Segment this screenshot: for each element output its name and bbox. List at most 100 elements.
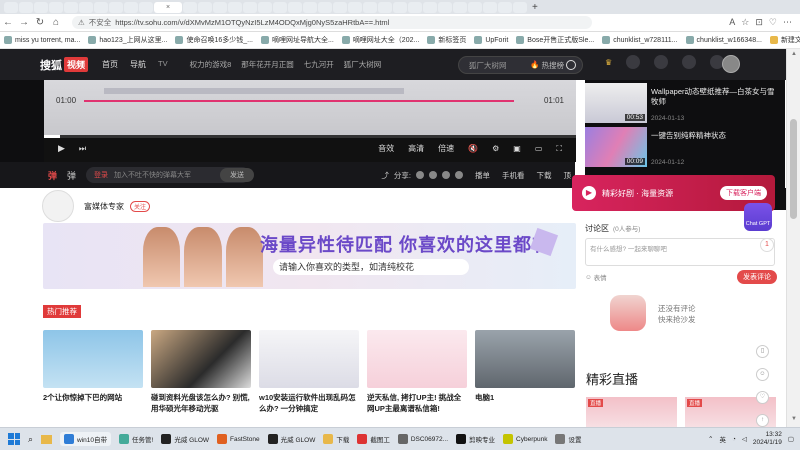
taskbar-app[interactable]: 光威 GLOW bbox=[267, 432, 315, 446]
message-icon[interactable] bbox=[626, 55, 641, 69]
recommend-card[interactable]: 逆天私信, 拷打UP主! 挑战全网UP主最离谱私信箱! bbox=[367, 330, 467, 414]
download-client-button[interactable]: 下载客户端 bbox=[720, 186, 767, 200]
bookmark-item[interactable]: hao123_上网从这里... bbox=[88, 35, 167, 45]
browser-tab[interactable] bbox=[393, 1, 407, 13]
hot-list-link[interactable]: 🔥 热搜榜 bbox=[530, 60, 564, 71]
video-title[interactable]: Wallpaper动态壁纸推荐—白茶女与雪牧师 bbox=[651, 87, 781, 107]
notification-badge[interactable]: 1 bbox=[760, 238, 774, 252]
like-float-icon[interactable]: ♡ bbox=[756, 391, 769, 404]
comment-input[interactable]: 有什么感想? 一起来聊聊吧 bbox=[585, 238, 775, 266]
browser-tab[interactable] bbox=[438, 1, 452, 13]
tab-close-icon[interactable]: × bbox=[166, 4, 170, 11]
browser-tab[interactable] bbox=[94, 1, 108, 13]
browser-tab[interactable] bbox=[483, 1, 497, 13]
new-tab-icon[interactable]: + bbox=[532, 2, 538, 13]
nav-tv[interactable]: TV bbox=[158, 59, 168, 70]
browser-tab[interactable] bbox=[124, 1, 138, 13]
recommend-card[interactable]: 电脑1 bbox=[475, 330, 575, 403]
favorite-icon[interactable]: ☆ bbox=[741, 17, 749, 28]
volume-tray-icon[interactable]: ◁ bbox=[742, 435, 747, 443]
taskbar-app[interactable]: 任务管! bbox=[119, 432, 153, 446]
input-language[interactable]: 英 bbox=[719, 434, 726, 444]
browser-tab[interactable] bbox=[303, 1, 317, 13]
taskbar-app[interactable]: DSC06972... bbox=[397, 432, 448, 446]
trend-link-2[interactable]: 那年花开月正圆 bbox=[241, 59, 294, 70]
card-thumbnail[interactable] bbox=[43, 330, 143, 388]
browser-tab[interactable] bbox=[348, 1, 362, 13]
scroll-up-icon[interactable]: ▲ bbox=[789, 51, 799, 60]
fullscreen-icon[interactable]: ⛶ bbox=[556, 144, 562, 154]
taskbar-app[interactable]: 光威 GLOW bbox=[161, 432, 209, 446]
page-scrollbar[interactable]: ▲ ▼ bbox=[786, 49, 800, 427]
share-more-icon[interactable] bbox=[455, 171, 463, 179]
browser-tab[interactable] bbox=[4, 1, 18, 13]
barrage-login-link[interactable]: 登录 bbox=[94, 170, 108, 180]
home-icon[interactable]: ⌂ bbox=[48, 17, 64, 28]
author-avatar[interactable] bbox=[42, 190, 74, 222]
reload-icon[interactable]: ↻ bbox=[32, 17, 48, 28]
taskbar-app[interactable]: 剪映专业 bbox=[456, 432, 495, 446]
vip-crown-icon[interactable]: ♛ bbox=[605, 58, 612, 67]
emoji-icon[interactable]: ☺ bbox=[585, 274, 592, 281]
taskbar-app[interactable]: 截图工 bbox=[357, 432, 390, 446]
browser-tab[interactable] bbox=[228, 1, 242, 13]
browser-tab[interactable] bbox=[273, 1, 287, 13]
download-button[interactable]: 下载 bbox=[537, 170, 552, 181]
taskbar-app[interactable]: Cyberpunk bbox=[503, 432, 547, 446]
bookmark-item[interactable]: 新建文件夹 bbox=[769, 35, 800, 45]
reader-mode-icon[interactable]: A bbox=[729, 17, 735, 28]
notification-center-icon[interactable]: ▢ bbox=[788, 435, 794, 443]
user-avatar[interactable] bbox=[722, 55, 740, 73]
browser-tab[interactable] bbox=[64, 1, 78, 13]
card-caption[interactable]: w10安装运行软件出现乱码怎么办? 一分钟搞定 bbox=[259, 392, 359, 414]
browser-tab[interactable] bbox=[139, 1, 153, 13]
volume-icon[interactable]: 🔇 bbox=[468, 144, 478, 153]
live-item[interactable]: 直播 bbox=[586, 397, 677, 427]
next-icon[interactable]: ⏭ bbox=[79, 144, 86, 154]
browser-tab[interactable] bbox=[423, 1, 437, 13]
upload-icon[interactable] bbox=[682, 55, 697, 69]
browser-tab[interactable] bbox=[183, 1, 197, 13]
card-caption[interactable]: 逆天私信, 拷打UP主! 挑战全网UP主最离谱私信箱! bbox=[367, 392, 467, 414]
browser-tab[interactable] bbox=[34, 1, 48, 13]
insecure-warning-icon[interactable]: ⚠ bbox=[78, 18, 85, 27]
recommend-card[interactable]: w10安装运行软件出现乱码怎么办? 一分钟搞定 bbox=[259, 330, 359, 414]
clock[interactable]: 13:32 2024/1/19 bbox=[753, 431, 782, 447]
browser-tab[interactable] bbox=[408, 1, 422, 13]
trend-link-3[interactable]: 七九河开 bbox=[304, 59, 334, 70]
barrage-toggle[interactable]: 弹 bbox=[48, 169, 57, 182]
back-to-top-icon[interactable]: ↑ bbox=[756, 414, 769, 427]
sound-effect-button[interactable]: 音效 bbox=[378, 143, 394, 154]
card-caption[interactable]: 碰到资料光盘该怎么办? 别慌, 用华硕光年移动光驱 bbox=[151, 392, 251, 414]
search-icon[interactable] bbox=[566, 60, 576, 70]
video-title[interactable]: 一键告别纯粹精神状态 bbox=[651, 131, 781, 141]
windows-start-icon[interactable] bbox=[8, 433, 20, 445]
card-thumbnail[interactable] bbox=[151, 330, 251, 388]
trend-link-4[interactable]: 狐厂大树网 bbox=[344, 59, 382, 70]
phone-icon[interactable]: ▯ bbox=[756, 345, 769, 358]
bookmark-item[interactable]: 嘀哩网址大全（202... bbox=[341, 35, 419, 45]
browser-tab[interactable] bbox=[363, 1, 377, 13]
widescreen-icon[interactable]: ▭ bbox=[535, 144, 543, 153]
browser-tab[interactable] bbox=[213, 1, 227, 13]
author-name[interactable]: 富媒体专家 bbox=[84, 201, 124, 212]
barrage-send-button[interactable]: 发送 bbox=[220, 168, 255, 182]
bookmark-item[interactable]: UpForit bbox=[474, 36, 508, 44]
taskbar-app[interactable]: 设置 bbox=[555, 432, 581, 446]
related-video-item[interactable]: 00:09 一键告别纯粹精神状态 2024-01-12 bbox=[585, 124, 785, 168]
scrollbar-thumb[interactable] bbox=[790, 119, 797, 219]
video-frame[interactable]: 01:00 01:01 bbox=[44, 80, 576, 135]
pip-icon[interactable]: ▣ bbox=[513, 144, 521, 153]
browser-tab[interactable] bbox=[243, 1, 257, 13]
video-thumbnail[interactable]: 00:09 bbox=[585, 127, 647, 167]
tray-expand-icon[interactable]: ⌃ bbox=[708, 435, 713, 443]
ad-banner[interactable]: 海量异性待匹配 你喜欢的这里都有 请输入你喜欢的类型，如清纯校花 bbox=[43, 223, 576, 289]
follow-button[interactable]: 关注 bbox=[130, 200, 151, 212]
share-wechat-icon[interactable] bbox=[416, 171, 424, 179]
quality-button[interactable]: 高清 bbox=[408, 143, 424, 154]
browser-tab[interactable] bbox=[333, 1, 347, 13]
browser-tab[interactable] bbox=[79, 1, 93, 13]
bookmark-item[interactable]: chunklist_w166348... bbox=[685, 36, 762, 44]
history-icon[interactable] bbox=[654, 55, 669, 69]
browser-tab[interactable] bbox=[513, 1, 527, 13]
